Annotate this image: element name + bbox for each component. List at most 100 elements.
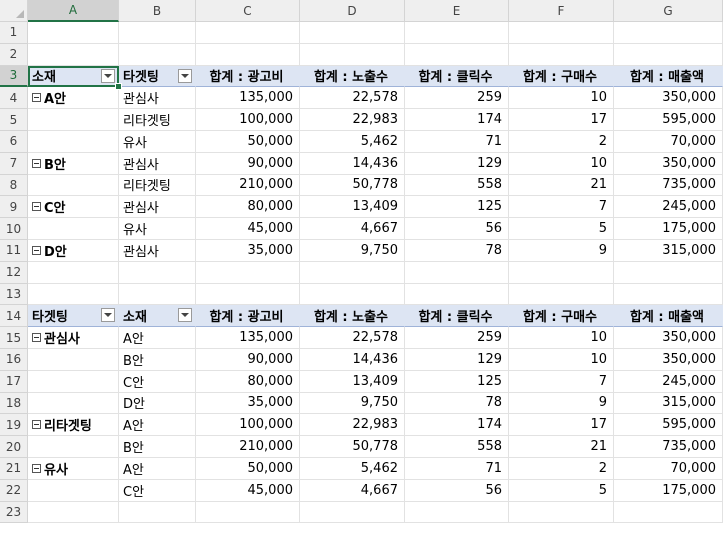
pivot2-value-cell[interactable]: 259: [405, 327, 509, 349]
pivot2-header-1[interactable]: 소재: [119, 305, 196, 328]
pivot1-value-cell[interactable]: 22,983: [300, 109, 405, 131]
grid-cell[interactable]: [405, 22, 509, 44]
pivot2-value-cell[interactable]: 50,000: [196, 458, 300, 480]
pivot2-item-cell[interactable]: B안: [119, 436, 196, 458]
pivot2-item-cell[interactable]: C안: [119, 370, 196, 393]
grid-cell[interactable]: [196, 283, 300, 306]
row-header-14[interactable]: 14: [0, 305, 28, 328]
pivot1-value-cell[interactable]: 2: [509, 131, 614, 153]
row-header-5[interactable]: 5: [0, 109, 28, 131]
filter-dropdown-button[interactable]: [101, 68, 115, 83]
pivot1-value-cell[interactable]: 22,578: [300, 87, 405, 110]
pivot2-value-cell[interactable]: 45,000: [196, 479, 300, 502]
pivot1-value-cell[interactable]: 45,000: [196, 218, 300, 240]
pivot2-value-cell[interactable]: 558: [405, 436, 509, 458]
grid-cell[interactable]: [196, 501, 300, 524]
collapse-minus-icon[interactable]: [32, 202, 41, 212]
pivot2-value-cell[interactable]: 10: [509, 349, 614, 371]
fill-handle[interactable]: [115, 83, 122, 91]
pivot2-value-cell[interactable]: 129: [405, 349, 509, 371]
row-header-23[interactable]: 23: [0, 501, 28, 524]
grid-cell[interactable]: [509, 501, 614, 524]
pivot2-header-4[interactable]: 합계 : 클릭수: [405, 305, 509, 328]
grid-cell[interactable]: [300, 501, 405, 524]
pivot2-value-cell[interactable]: 175,000: [614, 479, 723, 502]
pivot2-value-cell[interactable]: 350,000: [614, 327, 723, 349]
pivot1-header-3[interactable]: 합계 : 노출수: [300, 65, 405, 88]
grid-cell[interactable]: [119, 283, 196, 306]
pivot1-value-cell[interactable]: 13,409: [300, 196, 405, 219]
pivot1-group-cell[interactable]: A안: [28, 87, 119, 110]
pivot1-header-1[interactable]: 타겟팅: [119, 65, 196, 88]
pivot1-value-cell[interactable]: 9,750: [300, 240, 405, 262]
collapse-minus-icon[interactable]: [32, 463, 41, 473]
grid-cell[interactable]: [28, 43, 119, 66]
pivot2-item-cell[interactable]: C안: [119, 479, 196, 502]
pivot1-group-cell[interactable]: C안: [28, 196, 119, 219]
pivot2-item-cell[interactable]: D안: [119, 392, 196, 415]
pivot2-value-cell[interactable]: 80,000: [196, 370, 300, 393]
row-header-7[interactable]: 7: [0, 152, 28, 175]
collapse-minus-icon[interactable]: [32, 245, 41, 255]
pivot1-item-cell[interactable]: 유사: [119, 131, 196, 153]
pivot2-value-cell[interactable]: 90,000: [196, 349, 300, 371]
filter-dropdown-button[interactable]: [178, 68, 192, 83]
row-header-15[interactable]: 15: [0, 327, 28, 349]
pivot1-item-cell[interactable]: 관심사: [119, 87, 196, 110]
pivot2-header-0[interactable]: 타겟팅: [28, 305, 119, 328]
pivot2-value-cell[interactable]: 21: [509, 436, 614, 458]
pivot2-value-cell[interactable]: 2: [509, 458, 614, 480]
pivot1-value-cell[interactable]: 5,462: [300, 131, 405, 153]
grid-cell[interactable]: [119, 43, 196, 66]
row-header-4[interactable]: 4: [0, 87, 28, 110]
pivot1-item-cell[interactable]: 리타겟팅: [119, 174, 196, 197]
pivot1-value-cell[interactable]: 80,000: [196, 196, 300, 219]
pivot2-item-cell[interactable]: A안: [119, 327, 196, 349]
pivot2-value-cell[interactable]: 100,000: [196, 414, 300, 437]
pivot1-value-cell[interactable]: 50,000: [196, 131, 300, 153]
pivot2-value-cell[interactable]: 350,000: [614, 349, 723, 371]
column-header-a[interactable]: A: [28, 0, 119, 22]
pivot2-value-cell[interactable]: 70,000: [614, 458, 723, 480]
pivot1-value-cell[interactable]: 259: [405, 87, 509, 110]
grid-cell[interactable]: [405, 43, 509, 66]
grid-cell[interactable]: [509, 43, 614, 66]
column-header-c[interactable]: C: [196, 0, 300, 22]
pivot2-item-cell[interactable]: A안: [119, 414, 196, 437]
pivot1-header-6[interactable]: 합계 : 매출액: [614, 65, 723, 88]
pivot2-value-cell[interactable]: 9: [509, 392, 614, 415]
pivot1-value-cell[interactable]: 129: [405, 152, 509, 175]
pivot1-group-cell[interactable]: D안: [28, 240, 119, 262]
row-header-2[interactable]: 2: [0, 43, 28, 66]
pivot1-value-cell[interactable]: 210,000: [196, 174, 300, 197]
pivot2-value-cell[interactable]: 17: [509, 414, 614, 437]
pivot2-value-cell[interactable]: 735,000: [614, 436, 723, 458]
collapse-minus-icon[interactable]: [32, 158, 41, 168]
pivot1-value-cell[interactable]: 315,000: [614, 240, 723, 262]
pivot1-header-2[interactable]: 합계 : 광고비: [196, 65, 300, 88]
pivot2-header-3[interactable]: 합계 : 노출수: [300, 305, 405, 328]
row-header-13[interactable]: 13: [0, 283, 28, 306]
grid-cell[interactable]: [28, 22, 119, 44]
pivot1-value-cell[interactable]: 7: [509, 196, 614, 219]
row-header-18[interactable]: 18: [0, 392, 28, 415]
pivot2-header-6[interactable]: 합계 : 매출액: [614, 305, 723, 328]
pivot2-value-cell[interactable]: 595,000: [614, 414, 723, 437]
grid-cell[interactable]: [28, 501, 119, 524]
pivot2-value-cell[interactable]: 22,578: [300, 327, 405, 349]
pivot2-value-cell[interactable]: 174: [405, 414, 509, 437]
pivot1-value-cell[interactable]: 70,000: [614, 131, 723, 153]
collapse-minus-icon[interactable]: [32, 333, 41, 343]
row-header-22[interactable]: 22: [0, 479, 28, 502]
grid-cell[interactable]: [509, 22, 614, 44]
pivot2-item-cell[interactable]: A안: [119, 458, 196, 480]
pivot2-value-cell[interactable]: 50,778: [300, 436, 405, 458]
row-header-6[interactable]: 6: [0, 131, 28, 153]
grid-cell[interactable]: [614, 501, 723, 524]
pivot2-value-cell[interactable]: 14,436: [300, 349, 405, 371]
row-header-17[interactable]: 17: [0, 370, 28, 393]
grid-cell[interactable]: [509, 261, 614, 284]
row-header-21[interactable]: 21: [0, 458, 28, 480]
pivot1-value-cell[interactable]: 4,667: [300, 218, 405, 240]
pivot2-value-cell[interactable]: 5: [509, 479, 614, 502]
